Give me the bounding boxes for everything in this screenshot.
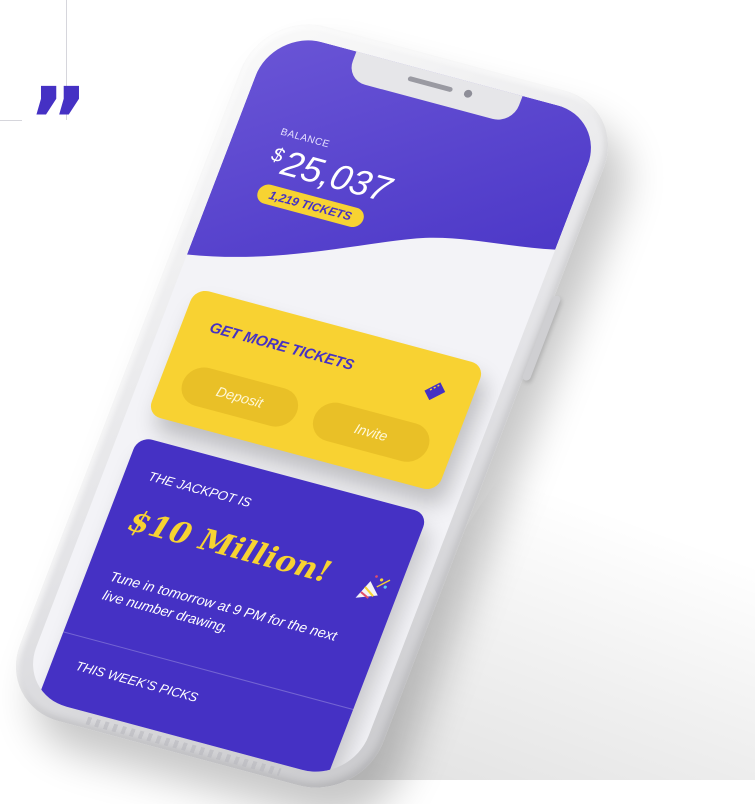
decorative-horizontal-line [0,120,22,121]
get-more-tickets-title: GET MORE TICKETS [206,319,357,374]
quote-mark-icon: ” [28,68,89,175]
invite-button[interactable]: Invite [306,398,436,467]
earpiece-speaker [407,75,454,93]
front-camera-icon [462,88,474,99]
deposit-button[interactable]: Deposit [175,362,305,432]
this-weeks-picks-heading: THIS WEEK’S PICKS [73,658,201,705]
ticket-icon [424,382,446,401]
party-popper-icon [355,575,391,599]
jackpot-label: THE JACKPOT IS [146,468,254,510]
